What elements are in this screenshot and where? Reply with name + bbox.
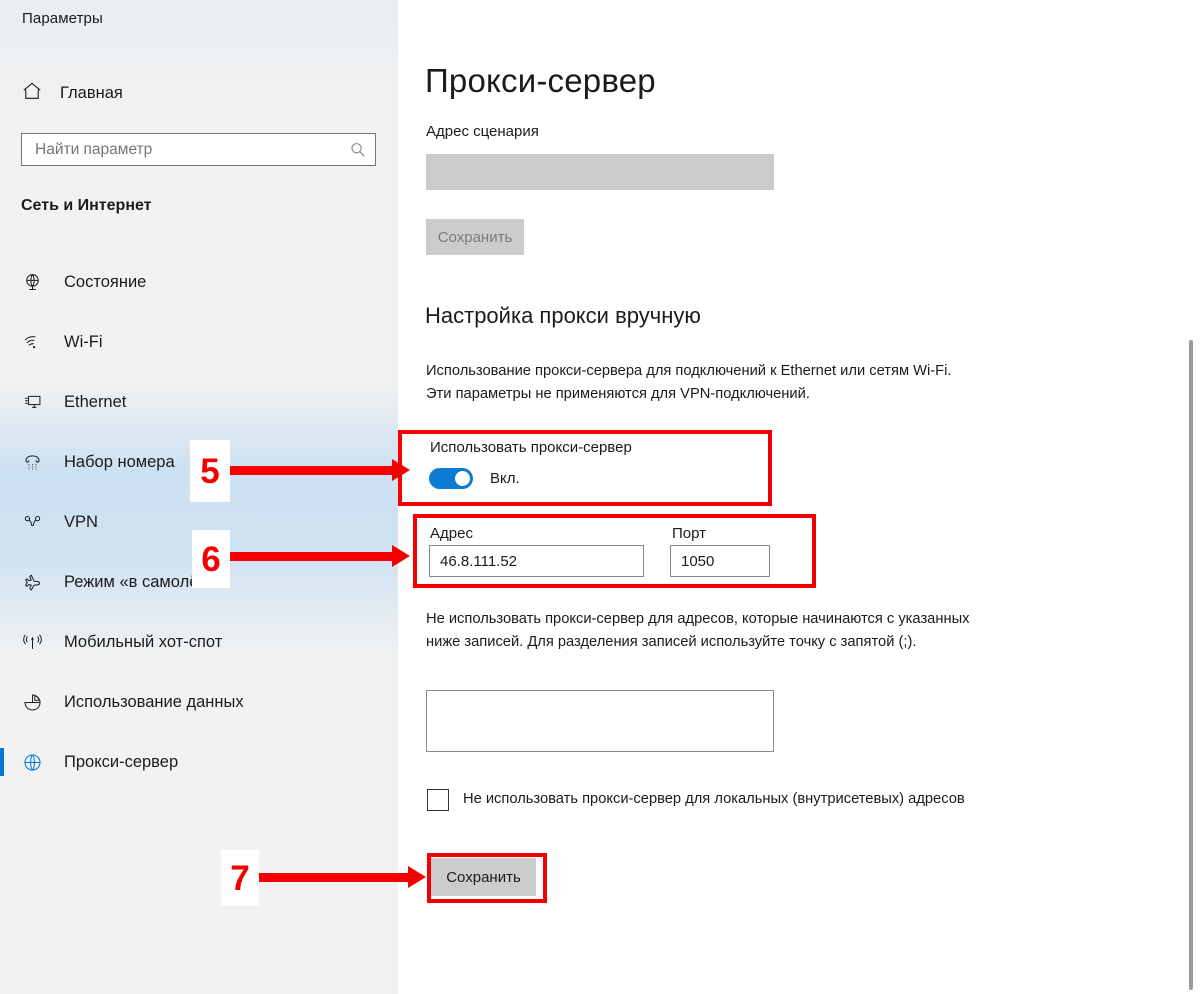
sidebar-item-status[interactable]: Состояние	[0, 252, 398, 312]
sidebar-item-wifi[interactable]: Wi-Fi	[0, 312, 398, 372]
script-address-input	[426, 154, 774, 190]
sidebar-item-label: Состояние	[64, 272, 147, 291]
sidebar-item-data-usage[interactable]: Использование данных	[0, 672, 398, 732]
scrollbar-thumb[interactable]	[1189, 340, 1193, 990]
globe-icon	[21, 751, 43, 773]
sidebar-item-label: Набор номера	[64, 452, 175, 471]
annotation-arrow-7	[257, 866, 426, 888]
vpn-icon	[21, 511, 43, 533]
sidebar-item-ethernet[interactable]: Ethernet	[0, 372, 398, 432]
ethernet-icon	[21, 391, 43, 413]
save-button[interactable]: Сохранить	[431, 858, 536, 896]
use-proxy-label: Использовать прокси-сервер	[430, 439, 632, 456]
sidebar-item-label: VPN	[64, 512, 98, 531]
annotation-arrow-6	[228, 545, 410, 567]
toggle-switch[interactable]	[429, 468, 473, 489]
settings-window: Параметры Главная Сеть и Интернет	[0, 0, 1200, 994]
annotation-arrow-5	[228, 459, 410, 481]
globe-icon	[21, 271, 43, 293]
main-content: Прокси-сервер Адрес сценария Сохранить Н…	[398, 0, 1200, 994]
sidebar-item-label: Мобильный хот-спот	[64, 632, 223, 651]
airplane-icon	[21, 571, 43, 593]
sidebar-item-proxy[interactable]: Прокси-сервер	[0, 732, 398, 792]
sidebar-item-label: Wi-Fi	[64, 332, 103, 351]
wifi-icon	[21, 331, 43, 353]
script-save-button: Сохранить	[426, 219, 524, 255]
toggle-state-label: Вкл.	[490, 470, 520, 487]
bypass-description: Не использовать прокси-сервер для адресо…	[426, 611, 970, 650]
sidebar-item-label: Ethernet	[64, 392, 127, 411]
use-proxy-toggle[interactable]: Вкл.	[429, 468, 520, 489]
annotation-number-7: 7	[221, 850, 259, 906]
address-label: Адрес	[430, 525, 473, 542]
hotspot-icon	[21, 631, 43, 653]
address-input[interactable]	[429, 545, 644, 577]
page-title: Прокси-сервер	[425, 62, 656, 99]
annotation-number-5: 5	[190, 440, 230, 502]
sidebar-item-label: Использование данных	[64, 692, 244, 711]
script-address-label: Адрес сценария	[426, 123, 539, 140]
sidebar-nav: Состояние Wi-Fi Ethernet Набор номера VP…	[0, 252, 398, 792]
pie-chart-icon	[21, 691, 43, 713]
toggle-knob	[455, 471, 470, 486]
sidebar-item-home[interactable]: Главная	[14, 76, 374, 110]
bypass-list-textarea[interactable]	[426, 690, 774, 752]
annotation-number-6: 6	[192, 530, 230, 588]
port-label: Порт	[672, 525, 707, 542]
sidebar-home-label: Главная	[60, 83, 123, 102]
local-bypass-label: Не использовать прокси-сервер для локаль…	[463, 791, 965, 807]
search-icon[interactable]	[349, 141, 367, 159]
search-box[interactable]	[21, 133, 376, 166]
sidebar-item-label: Прокси-сервер	[64, 752, 179, 771]
sidebar-item-mobile-hotspot[interactable]: Мобильный хот-спот	[0, 612, 398, 672]
app-title: Параметры	[22, 10, 103, 27]
search-input[interactable]	[35, 140, 349, 159]
manual-proxy-heading: Настройка прокси вручную	[425, 303, 701, 328]
manual-proxy-description: Использование прокси-сервера для подключ…	[426, 363, 952, 402]
local-bypass-checkbox[interactable]	[427, 789, 449, 811]
home-icon	[21, 80, 43, 107]
local-bypass-row[interactable]: Не использовать прокси-сервер для локаль…	[427, 788, 997, 811]
port-input[interactable]	[670, 545, 770, 577]
sidebar-category-heading: Сеть и Интернет	[21, 197, 152, 214]
dialup-icon	[21, 451, 43, 473]
